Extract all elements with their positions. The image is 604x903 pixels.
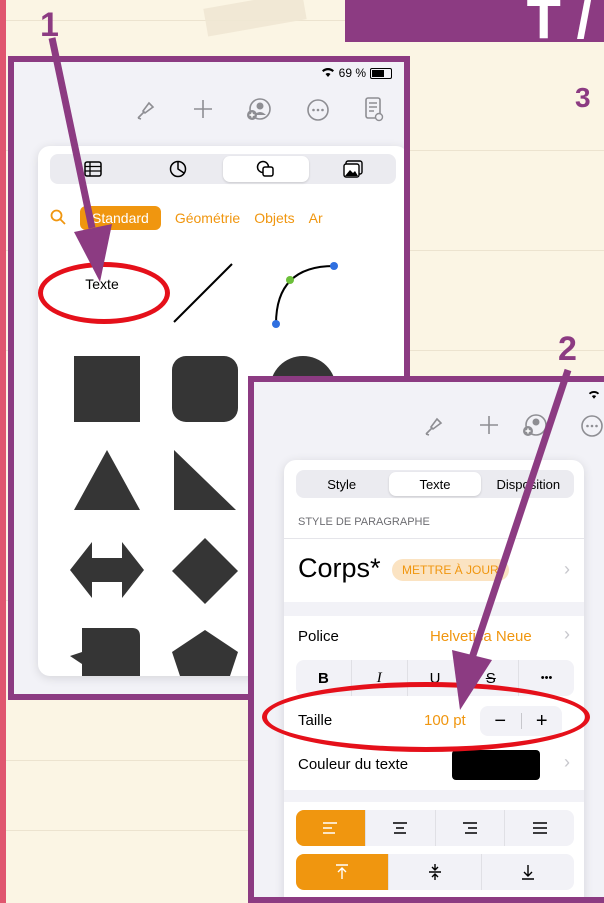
annotation-arrows [48,37,572,710]
arrow-2 [452,368,572,710]
arrow-1 [48,37,112,282]
